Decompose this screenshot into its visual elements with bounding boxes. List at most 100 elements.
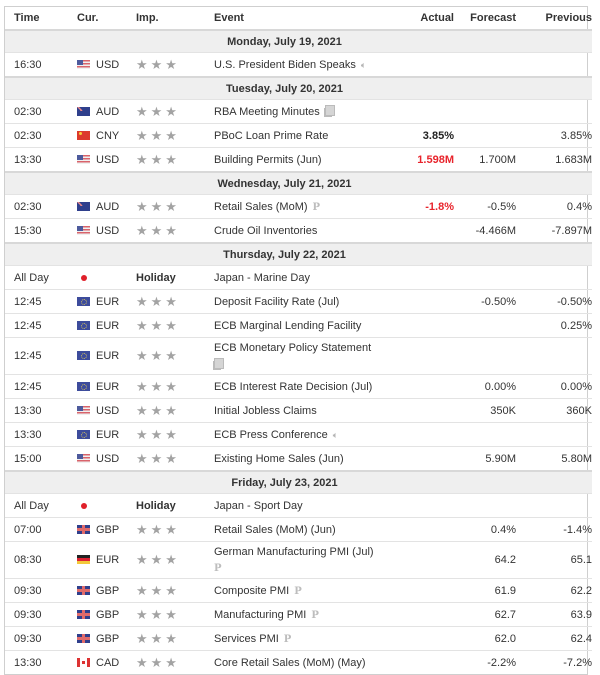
- event-cell[interactable]: German Manufacturing PMI (Jul) P: [214, 541, 384, 579]
- day-header-row: Wednesday, July 21, 2021: [5, 171, 592, 195]
- event-name[interactable]: Crude Oil Inventories: [214, 225, 317, 237]
- document-icon[interactable]: [324, 105, 335, 116]
- event-row[interactable]: 15:00 USD ★★★ Existing Home Sales (Jun) 5.90…: [5, 446, 592, 471]
- event-row[interactable]: 09:30 GBP ★★★ Composite PMI P 61.9 62.2: [5, 578, 592, 603]
- calendar-table: Time Cur. Imp. Event Actual Forecast Pre…: [5, 7, 592, 674]
- event-cell[interactable]: Existing Home Sales (Jun): [214, 446, 384, 471]
- event-name[interactable]: RBA Meeting Minutes: [214, 106, 320, 118]
- event-cell[interactable]: ECB Monetary Policy Statement: [214, 337, 384, 375]
- event-row[interactable]: 09:30 GBP ★★★ Manufacturing PMI P 62.7 63.9: [5, 602, 592, 627]
- event-row[interactable]: 12:45 EUR ★★★ ECB Monetary Policy Statement: [5, 337, 592, 375]
- event-forecast: -4.466M: [454, 218, 516, 243]
- event-row[interactable]: 12:45 EUR ★★★ Deposit Facility Rate (Jul) -0…: [5, 289, 592, 314]
- importance-stars: ★★★: [136, 313, 214, 338]
- event-currency: GBP: [77, 578, 136, 603]
- speaker-icon[interactable]: 🔈︎: [361, 60, 366, 71]
- event-forecast: 5.90M: [454, 446, 516, 471]
- event-name[interactable]: ECB Monetary Policy Statement: [214, 342, 371, 354]
- event-cell[interactable]: ECB Marginal Lending Facility: [214, 313, 384, 338]
- event-row[interactable]: 15:30 USD ★★★ Crude Oil Inventories -4.466M -…: [5, 218, 592, 243]
- event-name[interactable]: Japan - Sport Day: [214, 500, 303, 512]
- event-actual: [384, 578, 454, 603]
- event-name[interactable]: Deposit Facility Rate (Jul): [214, 296, 339, 308]
- day-header: Wednesday, July 21, 2021: [5, 171, 592, 195]
- event-cell[interactable]: U.S. President Biden Speaks 🔈︎: [214, 52, 384, 77]
- importance-stars: ★★★: [136, 517, 214, 542]
- document-icon[interactable]: [214, 357, 224, 369]
- header-importance[interactable]: Imp.: [136, 7, 214, 31]
- event-cell[interactable]: ECB Interest Rate Decision (Jul): [214, 374, 384, 399]
- event-name[interactable]: Retail Sales (MoM): [214, 201, 308, 213]
- event-cell[interactable]: RBA Meeting Minutes: [214, 99, 384, 124]
- event-name[interactable]: Services PMI: [214, 633, 279, 645]
- event-name[interactable]: Composite PMI: [214, 585, 289, 597]
- importance-stars: ★★★: [136, 289, 214, 314]
- event-name[interactable]: Building Permits (Jun): [214, 154, 322, 166]
- currency-code: AUD: [96, 200, 120, 213]
- event-cell[interactable]: Japan - Sport Day: [214, 493, 384, 518]
- event-row[interactable]: 16:30 USD ★★★ U.S. President Biden Speaks 🔈︎: [5, 52, 592, 77]
- event-name[interactable]: ECB Marginal Lending Facility: [214, 320, 361, 332]
- header-forecast[interactable]: Forecast: [454, 7, 516, 31]
- event-cell[interactable]: Japan - Marine Day: [214, 265, 384, 290]
- currency-code: GBP: [96, 523, 120, 536]
- event-row[interactable]: 09:30 GBP ★★★ Services PMI P 62.0 62.4: [5, 626, 592, 651]
- event-row[interactable]: 13:30 USD ★★★ Initial Jobless Claims 350K 360…: [5, 398, 592, 423]
- event-cell[interactable]: Manufacturing PMI P: [214, 602, 384, 627]
- importance-stars: ★★★: [136, 578, 214, 603]
- event-name[interactable]: U.S. President Biden Speaks: [214, 59, 356, 71]
- event-cell[interactable]: Building Permits (Jun): [214, 147, 384, 172]
- event-name[interactable]: PBoC Loan Prime Rate: [214, 130, 328, 142]
- event-cell[interactable]: ECB Press Conference 🔈︎: [214, 422, 384, 447]
- star-icons: ★★★: [136, 348, 180, 363]
- header-event[interactable]: Event: [214, 7, 384, 31]
- event-cell[interactable]: Retail Sales (MoM) (Jun): [214, 517, 384, 542]
- event-time: All Day: [5, 265, 77, 290]
- event-row[interactable]: 13:30 CAD ★★★ Core Retail Sales (MoM) (May)…: [5, 650, 592, 674]
- event-row[interactable]: 02:30 AUD ★★★ RBA Meeting Minutes: [5, 99, 592, 124]
- header-actual[interactable]: Actual: [384, 7, 454, 31]
- importance-stars: ★★★: [136, 626, 214, 651]
- event-forecast: [454, 313, 516, 338]
- event-cell[interactable]: Initial Jobless Claims: [214, 398, 384, 423]
- event-row[interactable]: All Day Holiday Japan - Marine Day: [5, 265, 592, 290]
- header-time[interactable]: Time: [5, 7, 77, 31]
- event-actual: [384, 52, 454, 77]
- event-cell[interactable]: Crude Oil Inventories: [214, 218, 384, 243]
- event-name[interactable]: Japan - Marine Day: [214, 272, 310, 284]
- event-name[interactable]: Manufacturing PMI: [214, 609, 306, 621]
- event-row[interactable]: All Day Holiday Japan - Sport Day: [5, 493, 592, 518]
- event-name[interactable]: ECB Interest Rate Decision (Jul): [214, 381, 372, 393]
- event-actual: [384, 626, 454, 651]
- event-name[interactable]: Retail Sales (MoM) (Jun): [214, 524, 336, 536]
- header-currency[interactable]: Cur.: [77, 7, 136, 31]
- event-cell[interactable]: PBoC Loan Prime Rate: [214, 123, 384, 148]
- header-previous[interactable]: Previous: [516, 7, 592, 31]
- event-row[interactable]: 02:30 AUD ★★★ Retail Sales (MoM) P -1.8% -0.5%…: [5, 194, 592, 219]
- event-cell[interactable]: Deposit Facility Rate (Jul): [214, 289, 384, 314]
- event-row[interactable]: 08:30 EUR ★★★ German Manufacturing PMI (Jul…: [5, 541, 592, 579]
- event-row[interactable]: 13:30 USD ★★★ Building Permits (Jun) 1.598M 1…: [5, 147, 592, 172]
- day-header-row: Tuesday, July 20, 2021: [5, 76, 592, 100]
- currency-code: CAD: [96, 656, 120, 669]
- event-row[interactable]: 12:45 EUR ★★★ ECB Marginal Lending Facility…: [5, 313, 592, 338]
- flag-usd-icon: [77, 453, 90, 463]
- event-row[interactable]: 13:30 EUR ★★★ ECB Press Conference 🔈︎: [5, 422, 592, 447]
- event-row[interactable]: 12:45 EUR ★★★ ECB Interest Rate Decision (J…: [5, 374, 592, 399]
- currency-code: USD: [96, 153, 120, 166]
- event-row[interactable]: 02:30 CNY ★★★ PBoC Loan Prime Rate 3.85% 3.85…: [5, 123, 592, 148]
- event-cell[interactable]: Retail Sales (MoM) P: [214, 194, 384, 219]
- event-cell[interactable]: Composite PMI P: [214, 578, 384, 603]
- event-name[interactable]: Existing Home Sales (Jun): [214, 453, 344, 465]
- event-row[interactable]: 07:00 GBP ★★★ Retail Sales (MoM) (Jun) 0.4% -…: [5, 517, 592, 542]
- event-name[interactable]: Initial Jobless Claims: [214, 405, 317, 417]
- event-cell[interactable]: Services PMI P: [214, 626, 384, 651]
- event-name[interactable]: ECB Press Conference: [214, 429, 328, 441]
- event-cell[interactable]: Core Retail Sales (MoM) (May): [214, 650, 384, 674]
- importance-stars: ★★★: [136, 602, 214, 627]
- event-name[interactable]: Core Retail Sales (MoM) (May): [214, 657, 366, 669]
- event-name[interactable]: German Manufacturing PMI (Jul): [214, 546, 374, 558]
- currency-code: AUD: [96, 105, 120, 118]
- speaker-icon[interactable]: 🔈︎: [333, 430, 338, 441]
- currency-code: GBP: [96, 584, 120, 597]
